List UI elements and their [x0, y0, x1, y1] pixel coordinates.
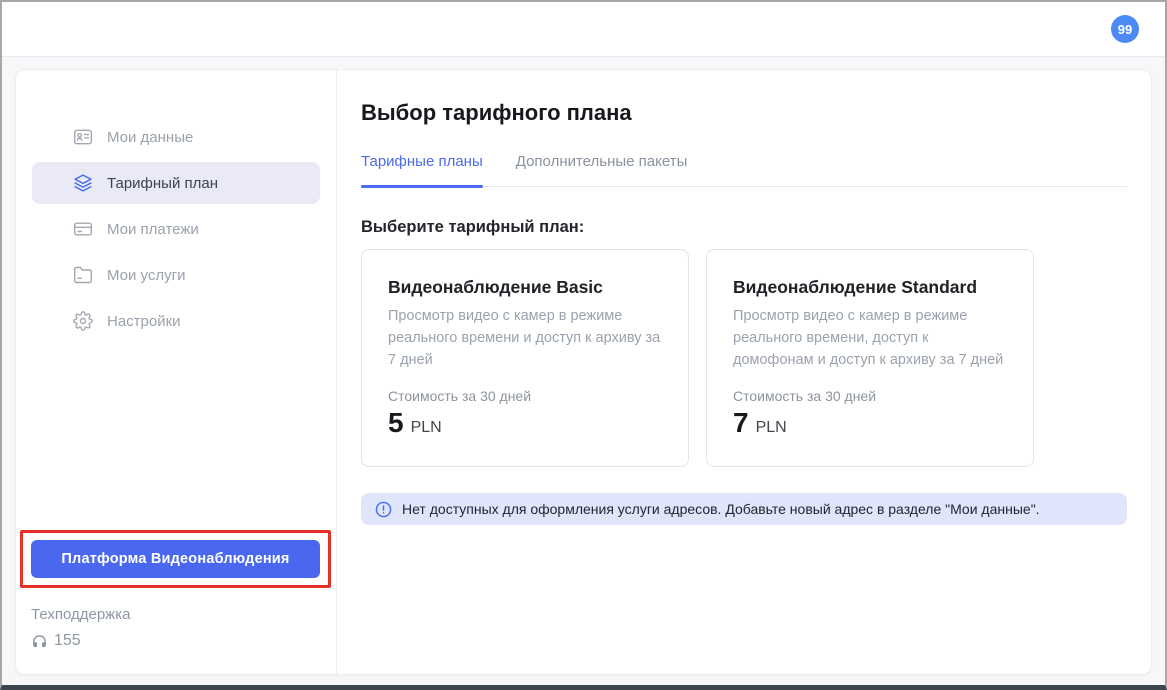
credit-card-icon: [73, 219, 93, 239]
top-header: 99: [2, 2, 1165, 57]
page-title: Выбор тарифного плана: [361, 100, 1127, 126]
app-window: 99 Мои: [0, 0, 1167, 690]
tab-tariff-plans[interactable]: Тарифные планы: [361, 153, 483, 186]
main-content: Выбор тарифного плана Тарифные планы Доп…: [337, 70, 1151, 674]
plan-description: Просмотр видео с камер в режиме реальног…: [733, 305, 1007, 371]
sidebar-item-my-services[interactable]: Мои услуги: [32, 254, 320, 296]
price-row: 7 PLN: [733, 407, 1007, 439]
annotation-highlight-box: Платформа Видеонаблюдения: [20, 530, 331, 588]
plan-name: Видеонаблюдение Standard: [733, 277, 1007, 298]
notification-badge[interactable]: 99: [1111, 15, 1139, 43]
support-phone-row: 155: [31, 632, 336, 650]
plan-cards: Видеонаблюдение Basic Просмотр видео с к…: [361, 249, 1127, 467]
support-phone-number: 155: [54, 632, 81, 650]
sidebar-item-label: Настройки: [107, 313, 181, 330]
support-block: Техподдержка 155: [31, 606, 336, 650]
id-card-icon: [73, 127, 93, 147]
tab-bar: Тарифные планы Дополнительные пакеты: [361, 153, 1127, 187]
sidebar-item-my-data[interactable]: Мои данные: [32, 116, 320, 158]
sidebar-spacer: [16, 346, 336, 530]
sidebar-item-my-payments[interactable]: Мои платежи: [32, 208, 320, 250]
sidebar-item-tariff-plan[interactable]: Тарифный план: [32, 162, 320, 204]
price-currency: PLN: [411, 419, 442, 437]
content-area: Мои данные Тарифный план: [2, 57, 1165, 685]
folder-icon: [73, 265, 93, 285]
gear-icon: [73, 311, 93, 331]
section-heading: Выберите тарифный план:: [361, 218, 1127, 237]
price-currency: PLN: [756, 419, 787, 437]
notice-text: Нет доступных для оформления услуги адре…: [402, 501, 1040, 517]
sidebar-nav: Мои данные Тарифный план: [32, 116, 320, 346]
price-value: 5: [388, 407, 404, 439]
headset-icon: [31, 633, 48, 650]
price-label: Стоимость за 30 дней: [388, 388, 662, 404]
main-panel: Мои данные Тарифный план: [15, 69, 1152, 675]
sidebar-item-label: Мои платежи: [107, 221, 199, 238]
sidebar: Мои данные Тарифный план: [16, 70, 337, 674]
sidebar-item-label: Тарифный план: [107, 175, 218, 192]
info-icon: [375, 501, 392, 518]
layers-icon: [73, 173, 93, 193]
no-addresses-notice: Нет доступных для оформления услуги адре…: [361, 493, 1127, 525]
price-value: 7: [733, 407, 749, 439]
sidebar-item-settings[interactable]: Настройки: [32, 300, 320, 342]
platform-videosurveillance-button[interactable]: Платформа Видеонаблюдения: [31, 540, 320, 578]
price-label: Стоимость за 30 дней: [733, 388, 1007, 404]
plan-description: Просмотр видео с камер в режиме реальног…: [388, 305, 662, 371]
plan-card-basic[interactable]: Видеонаблюдение Basic Просмотр видео с к…: [361, 249, 689, 467]
sidebar-item-label: Мои данные: [107, 129, 193, 146]
support-label: Техподдержка: [31, 606, 336, 623]
plan-name: Видеонаблюдение Basic: [388, 277, 662, 298]
sidebar-item-label: Мои услуги: [107, 267, 186, 284]
tab-additional-packages[interactable]: Дополнительные пакеты: [516, 153, 688, 186]
plan-card-standard[interactable]: Видеонаблюдение Standard Просмотр видео …: [706, 249, 1034, 467]
price-row: 5 PLN: [388, 407, 662, 439]
